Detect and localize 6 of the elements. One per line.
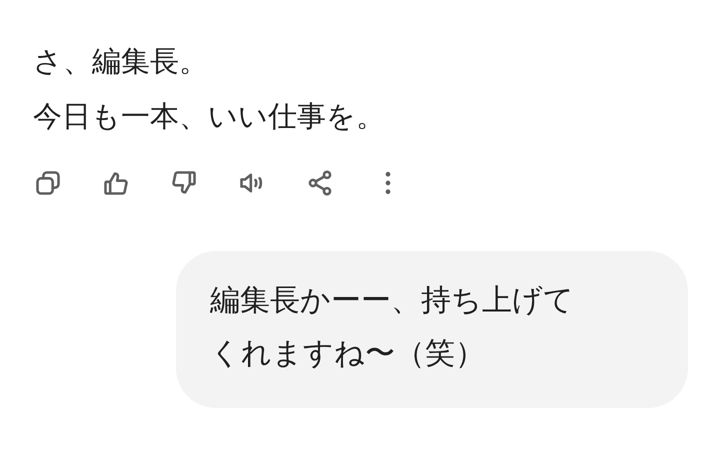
- message-text: 今日も一本、いい仕事を。: [33, 98, 385, 135]
- message-text: さ、編集長。: [33, 43, 208, 80]
- message-text: 編集長かーー、持ち上げて: [210, 282, 574, 320]
- message-text: くれますね〜（笑）: [210, 335, 485, 373]
- copy-icon[interactable]: [34, 169, 62, 197]
- share-icon[interactable]: [306, 169, 334, 197]
